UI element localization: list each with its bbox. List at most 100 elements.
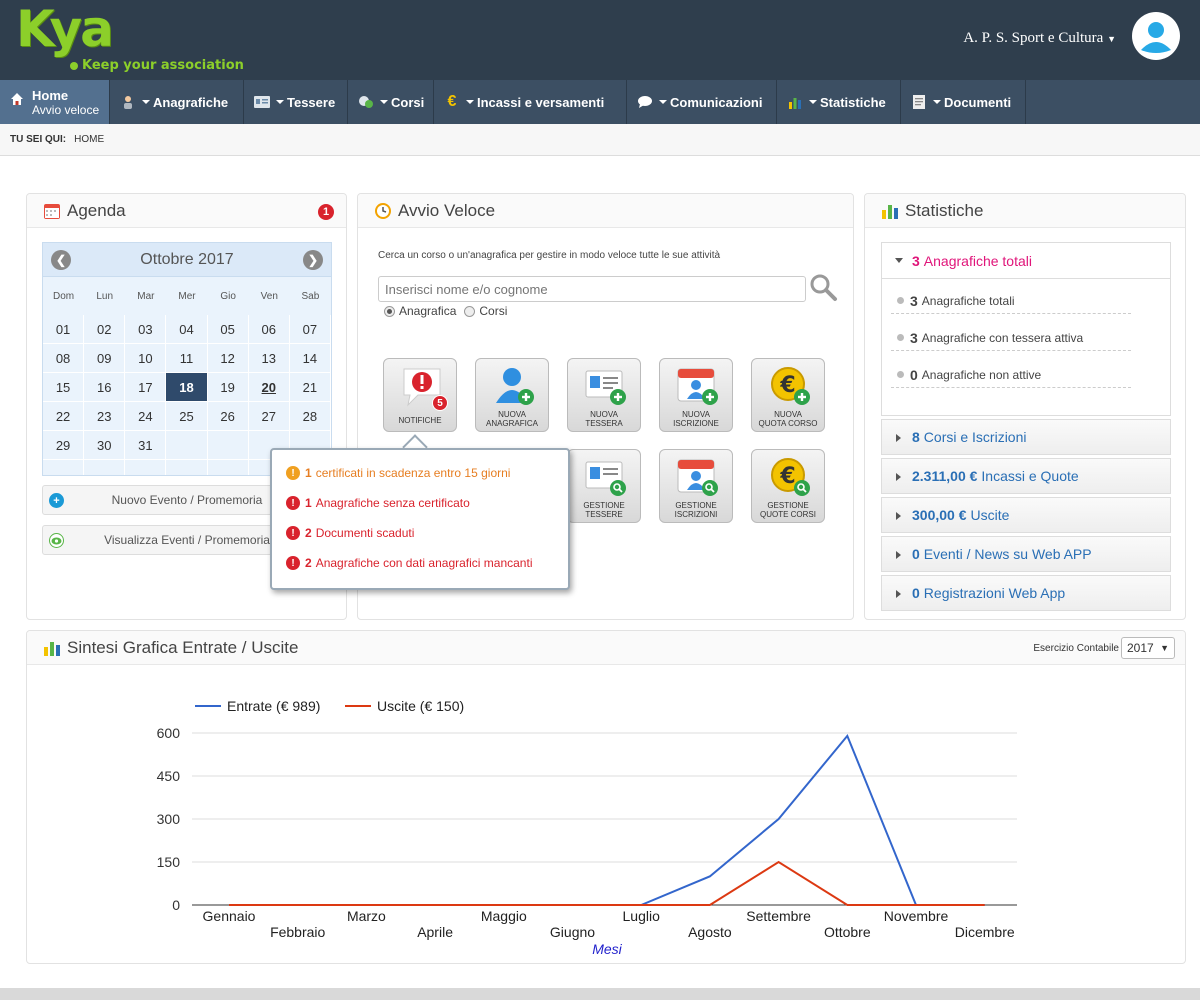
esercizio-label: Esercizio Contabile <box>1033 642 1119 654</box>
search-input[interactable] <box>378 276 806 302</box>
home-icon <box>10 92 24 109</box>
popup-row-senza-certificato[interactable]: ! 1 Anagrafiche senza certificato <box>286 496 470 510</box>
caret-icon <box>142 100 150 104</box>
menu-anagrafiche[interactable]: Anagrafiche <box>110 80 244 124</box>
search-type-radios: Anagrafica Corsi <box>384 304 507 318</box>
radio-corsi[interactable] <box>464 305 476 317</box>
add-euro-icon: € <box>771 367 810 405</box>
menu-home[interactable]: Home Avvio veloce <box>0 80 110 124</box>
notifications-popup: ! 1 certificati in scadenza entro 15 gior… <box>270 448 570 590</box>
calendar-day[interactable]: 24 <box>125 402 167 431</box>
main-menu: Home Avvio veloce Anagrafiche Tessere Co… <box>0 80 1200 124</box>
breadcrumb-current[interactable]: HOME <box>74 134 104 145</box>
calendar-day <box>84 460 126 475</box>
calendar-day[interactable]: 10 <box>125 344 167 373</box>
calendar-day[interactable]: 02 <box>84 315 126 344</box>
calendar-day[interactable]: 31 <box>125 431 167 460</box>
calendar-day[interactable]: 14 <box>289 344 331 373</box>
weekday-label: Dom <box>53 290 75 302</box>
people-icon <box>120 94 136 110</box>
calendar-day[interactable]: 28 <box>289 402 331 431</box>
prev-month-button[interactable]: ❮ <box>51 249 71 270</box>
menu-home-label: Home <box>32 87 69 103</box>
calendar-day[interactable]: 15 <box>43 373 85 402</box>
menu-statistiche[interactable]: Statistiche <box>777 80 901 124</box>
menu-incassi[interactable]: € Incassi e versamenti <box>434 80 627 124</box>
tile-nuova-tessera[interactable]: NUOVA TESSERA <box>567 358 641 432</box>
tile-gestione-quote-corsi[interactable]: € GESTIONE QUOTE CORSI <box>751 449 825 523</box>
menu-comunicazioni[interactable]: Comunicazioni <box>627 80 777 124</box>
stats-row-eventi[interactable]: 0 Eventi / News su Web APP <box>881 536 1171 572</box>
calendar-day[interactable]: 26 <box>207 402 249 431</box>
tile-notifiche-label: NOTIFICHE <box>398 416 442 425</box>
calendar-day[interactable]: 06 <box>248 315 290 344</box>
euro-icon: € <box>447 93 457 110</box>
chart-panel-title: Sintesi Grafica Entrate / Uscite <box>67 637 299 657</box>
tile-gestione-tessere[interactable]: GESTIONE TESSERE <box>567 449 641 523</box>
courses-icon <box>358 94 374 110</box>
y-tick-label: 450 <box>157 768 181 784</box>
caret-icon <box>380 100 388 104</box>
calendar-day <box>208 460 249 475</box>
series-line-0 <box>229 733 985 906</box>
search-icon[interactable] <box>808 272 838 305</box>
x-tick-label: Giugno <box>550 924 595 940</box>
popup-row-documenti[interactable]: ! 2 Documenti scaduti <box>286 526 414 540</box>
stats-expanded-header[interactable]: 3 Anagrafiche totali <box>882 243 1170 279</box>
x-tick-label: Agosto <box>688 924 732 940</box>
calendar-day[interactable]: 30 <box>84 431 126 460</box>
y-tick-label: 0 <box>172 897 180 913</box>
stats-row-corsi[interactable]: 8 Corsi e Iscrizioni <box>881 419 1171 455</box>
calendar-day[interactable]: 22 <box>43 402 85 431</box>
menu-tessere[interactable]: Tessere <box>244 80 348 124</box>
popup-row-certificati[interactable]: ! 1 certificati in scadenza entro 15 gior… <box>286 466 510 480</box>
next-month-button[interactable]: ❯ <box>303 249 323 270</box>
menu-documenti[interactable]: Documenti <box>901 80 1026 124</box>
stats-row-incassi[interactable]: 2.311,00 € Incassi e Quote <box>881 458 1171 494</box>
add-card-icon <box>585 370 626 405</box>
radio-anagrafica[interactable] <box>384 305 395 317</box>
menu-tessere-label: Tessere <box>287 94 336 110</box>
caret-icon <box>933 100 941 104</box>
avvio-header: Avvio Veloce <box>358 194 853 228</box>
bar-chart-icon <box>787 94 803 110</box>
tile-nuova-iscrizione[interactable]: NUOVA ISCRIZIONE <box>659 358 733 432</box>
calendar-day[interactable]: 04 <box>166 315 208 344</box>
menu-corsi[interactable]: Corsi <box>348 80 434 124</box>
calendar-day <box>166 431 208 460</box>
calendar-day[interactable]: 05 <box>207 315 249 344</box>
calendar-day[interactable]: 18 <box>166 373 208 402</box>
calendar-day[interactable]: 20 <box>248 373 290 402</box>
user-avatar-icon[interactable] <box>1132 12 1180 60</box>
calendar-day[interactable]: 17 <box>125 373 167 402</box>
org-selector[interactable]: A. P. S. Sport e Cultura ▼ <box>963 30 1116 47</box>
calendar-day[interactable]: 23 <box>84 402 126 431</box>
calendar-day[interactable]: 16 <box>84 373 126 402</box>
calendar-day[interactable]: 13 <box>248 344 290 373</box>
calendar-day[interactable]: 25 <box>166 402 208 431</box>
calendar-day[interactable]: 29 <box>43 431 85 460</box>
tile-nuova-anagrafica[interactable]: NUOVA ANAGRAFICA <box>475 358 549 432</box>
esercizio-select[interactable]: 2017 ▼ <box>1121 637 1175 659</box>
tile-gestione-iscrizioni[interactable]: GESTIONE ISCRIZIONI <box>659 449 733 523</box>
calendar-day[interactable]: 09 <box>84 344 126 373</box>
calendar-day[interactable]: 27 <box>248 402 290 431</box>
calendar-day[interactable]: 21 <box>289 373 331 402</box>
popup-row-dati-mancanti[interactable]: ! 2 Anagrafiche con dati anagrafici manca… <box>286 556 532 570</box>
calendar-day[interactable]: 19 <box>207 373 249 402</box>
esercizio-value: 2017 <box>1127 641 1154 655</box>
tile-nuova-quota-corso[interactable]: € NUOVA QUOTA CORSO <box>751 358 825 432</box>
tile-notifiche[interactable]: 5 NOTIFICHE <box>383 358 457 432</box>
radio-corsi-label: Corsi <box>479 304 508 318</box>
calendar-day[interactable]: 03 <box>125 315 167 344</box>
calendar-day[interactable]: 01 <box>43 315 85 344</box>
calendar-day[interactable]: 11 <box>166 344 208 373</box>
add-user-icon <box>496 368 534 405</box>
calendar-day[interactable]: 07 <box>289 315 331 344</box>
calendar-day[interactable]: 08 <box>43 344 85 373</box>
bar-chart-icon <box>881 202 899 220</box>
stats-row-uscite[interactable]: 300,00 € Uscite <box>881 497 1171 533</box>
stats-row-registrazioni[interactable]: 0 Registrazioni Web App <box>881 575 1171 611</box>
calendar-day[interactable]: 12 <box>207 344 249 373</box>
kya-logo[interactable]: Kya Keep your association <box>16 0 256 76</box>
